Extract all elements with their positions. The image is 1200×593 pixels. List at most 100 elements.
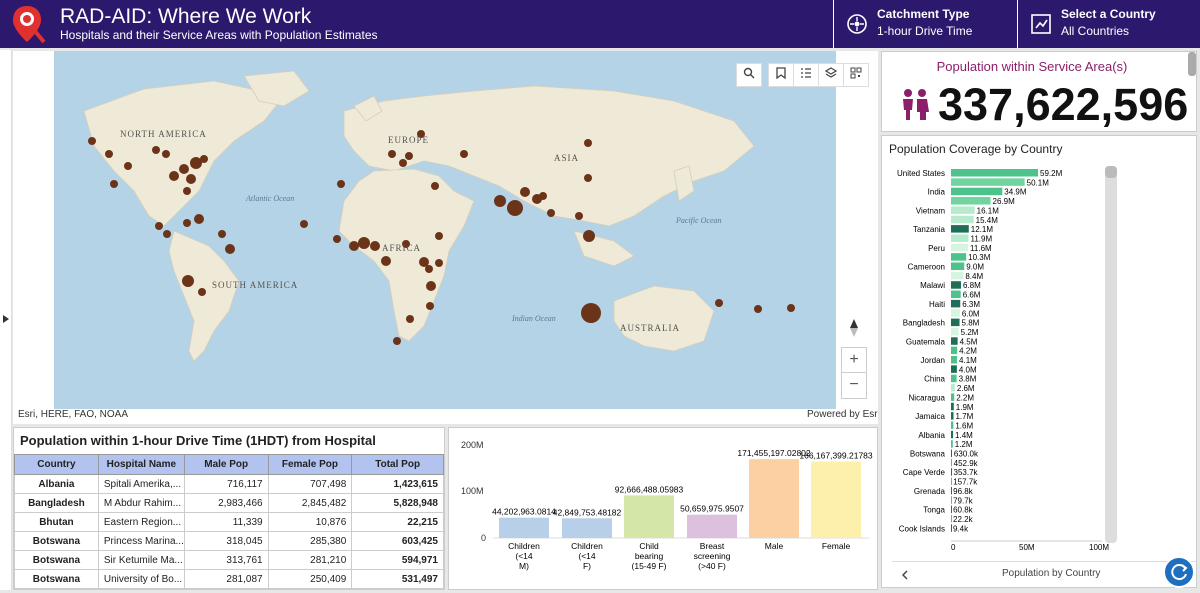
table-row[interactable]: Albania Spitali Amerika,... 716,117 707,498… bbox=[14, 474, 444, 494]
country-bar[interactable] bbox=[951, 458, 952, 467]
country-value-label: 157.7k bbox=[953, 478, 978, 487]
chart-scrollbar-thumb[interactable] bbox=[1105, 166, 1117, 178]
bookmark-button[interactable] bbox=[768, 63, 794, 87]
country-label: Haiti bbox=[929, 300, 945, 309]
cell-male: 281,087 bbox=[183, 569, 269, 589]
side-panel-toggle-strip[interactable] bbox=[0, 50, 12, 590]
coverage-footer: Population by Country bbox=[892, 561, 1196, 587]
country-bar[interactable] bbox=[951, 215, 974, 224]
country-bar[interactable] bbox=[951, 346, 958, 355]
table-row[interactable]: Botswana University of Bo... 281,087 250,40… bbox=[14, 569, 444, 589]
country-bar[interactable] bbox=[951, 356, 958, 364]
country-value-label: 16.1M bbox=[977, 206, 1000, 215]
zoom-in-button[interactable]: + bbox=[842, 348, 866, 373]
population-by-country-label[interactable]: Population by Country bbox=[1002, 568, 1100, 579]
demographic-bar[interactable] bbox=[811, 461, 861, 538]
country-bar[interactable] bbox=[951, 514, 952, 523]
compass-button[interactable] bbox=[841, 319, 867, 343]
table-row[interactable]: Botswana Princess Marina... 318,045 285,380… bbox=[14, 531, 444, 551]
scrollbar-thumb[interactable] bbox=[1188, 52, 1196, 76]
col-country[interactable]: Country bbox=[14, 454, 99, 475]
country-bar[interactable] bbox=[951, 440, 953, 448]
map-attribution: Esri, HERE, FAO, NOAA bbox=[18, 409, 129, 420]
country-bar[interactable] bbox=[951, 477, 952, 486]
country-bar[interactable] bbox=[951, 421, 954, 429]
country-bar[interactable] bbox=[951, 169, 1039, 177]
country-bar[interactable] bbox=[951, 178, 1025, 186]
country-label: China bbox=[924, 375, 945, 384]
country-bar[interactable] bbox=[951, 468, 952, 476]
country-value-label: 34.9M bbox=[1004, 188, 1027, 197]
col-female-pop[interactable]: Female Pop bbox=[267, 454, 353, 475]
country-bar[interactable] bbox=[951, 486, 952, 495]
country-label: Botswana bbox=[910, 450, 946, 459]
table-title: Population within 1-hour Drive Time (1HD… bbox=[20, 433, 376, 448]
country-bar[interactable] bbox=[951, 505, 952, 514]
demographic-bar[interactable] bbox=[624, 495, 674, 538]
demographic-bar[interactable] bbox=[562, 518, 612, 538]
country-bar[interactable] bbox=[951, 393, 955, 401]
country-bar[interactable] bbox=[951, 449, 952, 458]
country-bar[interactable] bbox=[951, 243, 969, 252]
coverage-bar-chart[interactable]: 59.2M United States 50.1M34.9M India 26.9M16… bbox=[882, 158, 1182, 553]
x-tick-50m: 50M bbox=[1019, 543, 1035, 552]
app-subtitle: Hospitals and their Service Areas with P… bbox=[60, 28, 378, 42]
chevron-left-icon[interactable] bbox=[902, 570, 908, 580]
chart-scrollbar-track[interactable] bbox=[1105, 166, 1117, 543]
country-bar[interactable] bbox=[951, 524, 952, 532]
country-value-label: 2.2M bbox=[956, 393, 974, 402]
demographic-bar[interactable] bbox=[499, 517, 549, 538]
table-row[interactable]: Botswana Sir Ketumile Ma... 313,761 281,210… bbox=[14, 550, 444, 570]
table-row[interactable]: Bangladesh M Abdur Rahim... 2,983,466 2,845… bbox=[14, 493, 444, 513]
layers-icon bbox=[824, 67, 838, 78]
country-bar[interactable] bbox=[951, 234, 969, 242]
world-map[interactable]: NORTH AMERICA SOUTH AMERICA EUROPE ASIA … bbox=[54, 51, 836, 409]
table-row[interactable]: Bhutan Eastern Region... 11,339 10,876 22,21… bbox=[14, 512, 444, 532]
legend-button[interactable] bbox=[793, 63, 819, 87]
country-bar[interactable] bbox=[951, 197, 991, 205]
layers-button[interactable] bbox=[818, 63, 844, 87]
country-selector[interactable]: Select a Country All Countries bbox=[1017, 0, 1200, 48]
country-bar[interactable] bbox=[951, 430, 954, 439]
label-north-america: NORTH AMERICA bbox=[120, 129, 207, 139]
country-bar[interactable] bbox=[951, 299, 961, 308]
country-bar[interactable] bbox=[951, 253, 967, 261]
country-bar[interactable] bbox=[951, 337, 958, 345]
cell-hospital: University of Bo... bbox=[97, 569, 185, 589]
country-bar[interactable] bbox=[951, 365, 957, 373]
refresh-button[interactable] bbox=[1163, 556, 1195, 588]
country-value-label: 6.6M bbox=[963, 291, 981, 300]
col-total-pop[interactable]: Total Pop bbox=[351, 454, 444, 475]
country-bar[interactable] bbox=[951, 309, 960, 317]
country-bar[interactable] bbox=[951, 327, 959, 336]
country-bar[interactable] bbox=[951, 374, 957, 383]
country-value-label: 2.6M bbox=[957, 384, 975, 393]
expand-arrow-icon[interactable] bbox=[2, 314, 10, 324]
country-bar[interactable] bbox=[951, 412, 954, 420]
demographic-bar[interactable] bbox=[687, 514, 737, 538]
zoom-out-button[interactable]: − bbox=[842, 373, 866, 398]
country-bar[interactable] bbox=[951, 271, 964, 280]
country-bar[interactable] bbox=[951, 281, 961, 289]
country-bar[interactable] bbox=[951, 496, 952, 504]
map-view[interactable]: NORTH AMERICA SOUTH AMERICA EUROPE ASIA … bbox=[13, 51, 878, 424]
country-bar[interactable] bbox=[951, 187, 1003, 196]
demographics-bar-chart[interactable]: 200M 100M 0 44,202,963.0814 Children (<14 M… bbox=[449, 428, 878, 590]
y-tick-0: 0 bbox=[481, 533, 486, 543]
country-bar[interactable] bbox=[951, 402, 954, 411]
country-bar[interactable] bbox=[951, 225, 969, 233]
country-value-label: 4.0M bbox=[959, 365, 977, 374]
country-bar[interactable] bbox=[951, 206, 975, 214]
country-bar[interactable] bbox=[951, 318, 960, 327]
powered-by-esri[interactable]: Powered by Esri bbox=[807, 409, 878, 420]
country-bar[interactable] bbox=[951, 384, 955, 392]
qr-code-button[interactable] bbox=[843, 63, 869, 87]
demographic-bar[interactable] bbox=[749, 459, 799, 538]
label-europe: EUROPE bbox=[388, 135, 429, 145]
col-male-pop[interactable]: Male Pop bbox=[183, 454, 269, 475]
country-bar[interactable] bbox=[951, 262, 965, 271]
country-bar[interactable] bbox=[951, 290, 961, 299]
map-search-button[interactable] bbox=[736, 63, 762, 87]
catchment-type-selector[interactable]: Catchment Type 1-hour Drive Time bbox=[833, 0, 1017, 48]
col-hospital-name[interactable]: Hospital Name bbox=[97, 454, 185, 475]
